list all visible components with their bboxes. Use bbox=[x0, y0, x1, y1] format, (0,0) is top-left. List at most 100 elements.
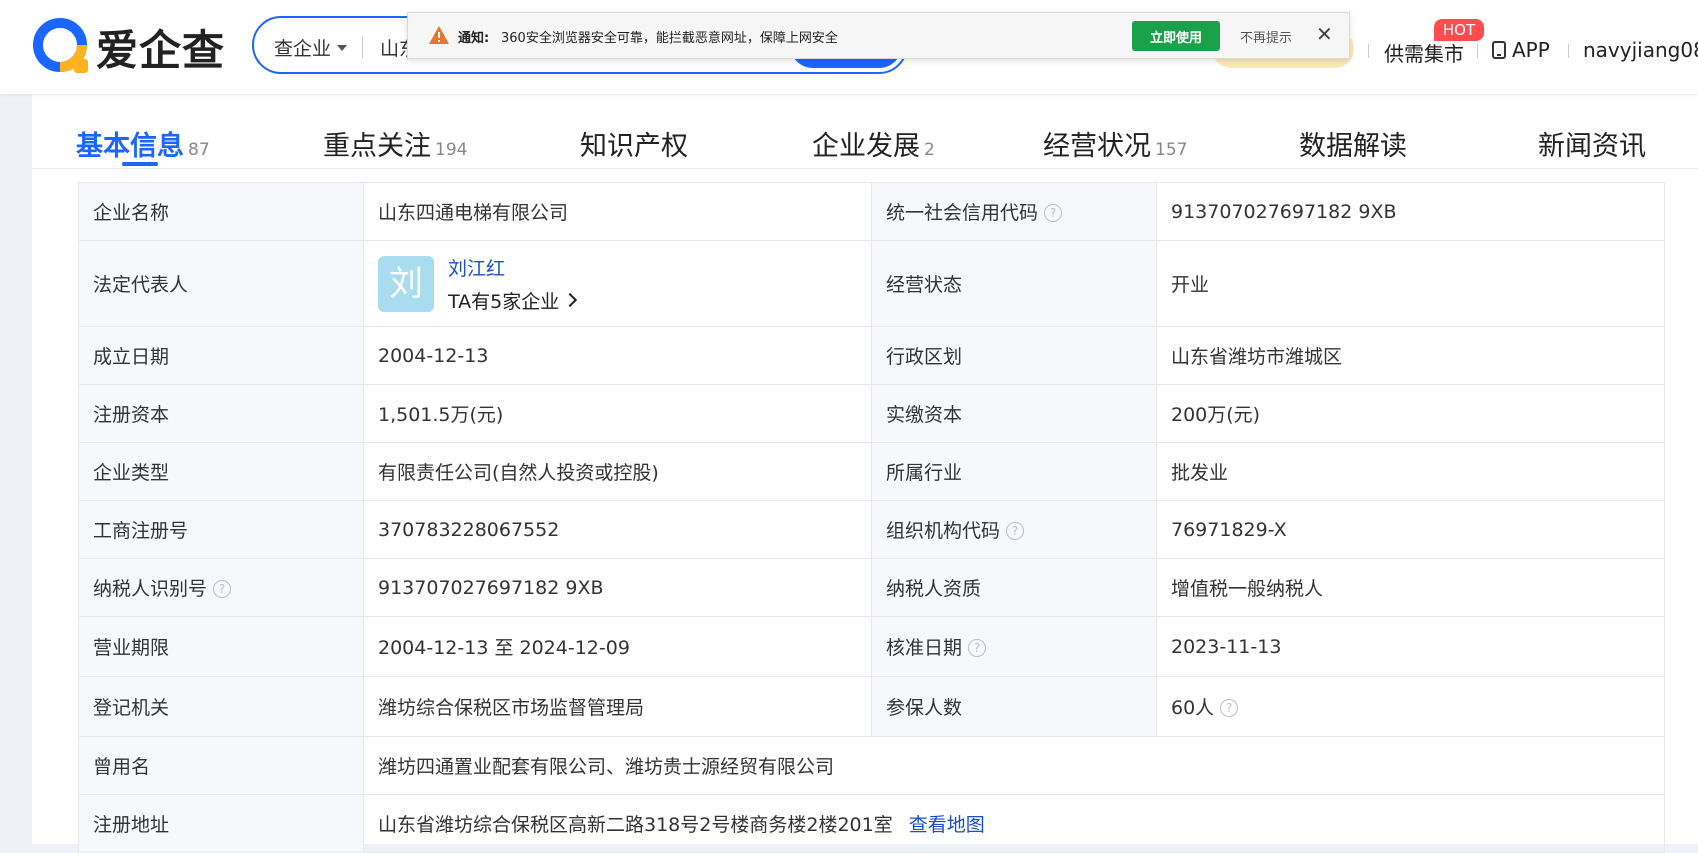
avatar[interactable]: 刘 bbox=[378, 255, 434, 312]
legal-rep-name-link[interactable]: 刘江红 bbox=[448, 254, 575, 281]
tab-label: 经营状况 bbox=[1043, 131, 1151, 162]
tab-key-focus[interactable]: 重点关注 194 bbox=[323, 124, 467, 163]
table-row: 成立日期 2004-12-13 行政区划 山东省潍坊市潍城区 bbox=[78, 326, 1665, 385]
table-row: 曾用名 潍坊四通置业配套有限公司、潍坊贵士源经贸有限公司 bbox=[78, 736, 1665, 795]
address-value: 山东省潍坊综合保税区高新二路318号2号楼商务楼2楼201室 bbox=[378, 814, 893, 836]
help-icon[interactable]: ? bbox=[1220, 699, 1239, 717]
authority-value: 潍坊综合保税区市场监督管理局 bbox=[363, 676, 872, 737]
legal-rep-companies-link[interactable]: TA有5家企业 bbox=[448, 287, 578, 314]
region-label: 行政区划 bbox=[871, 326, 1157, 385]
reg-capital-label: 注册资本 bbox=[78, 384, 364, 443]
insured-value: 60人 bbox=[1171, 697, 1215, 719]
credit-code-label-cell: 统一社会信用代码? bbox=[871, 182, 1157, 241]
tab-news[interactable]: 新闻资讯 bbox=[1538, 124, 1646, 163]
app-label: APP bbox=[1512, 38, 1550, 62]
status-value: 开业 bbox=[1156, 240, 1665, 327]
authority-label: 登记机关 bbox=[78, 676, 364, 737]
notice-text: 360安全浏览器安全可靠，能拦截恶意网址，保障上网安全 bbox=[501, 31, 838, 46]
credit-code-label: 统一社会信用代码 bbox=[886, 202, 1039, 224]
legal-rep-text: 刘江红 TA有5家企业 bbox=[448, 254, 578, 314]
hot-badge: HOT bbox=[1434, 19, 1484, 41]
term-value: 2004-12-13 至 2024-12-09 bbox=[363, 616, 872, 677]
header-divider bbox=[1368, 44, 1369, 58]
caret-down-icon bbox=[337, 44, 348, 51]
active-tab-indicator bbox=[122, 162, 158, 166]
tab-label: 数据解读 bbox=[1299, 131, 1407, 162]
tab-development[interactable]: 企业发展 2 bbox=[812, 124, 935, 163]
basic-info-table: 企业名称 山东四通电梯有限公司 统一社会信用代码? 91370702769718… bbox=[78, 182, 1665, 853]
former-name-label: 曾用名 bbox=[78, 736, 364, 795]
industry-label: 所属行业 bbox=[871, 442, 1157, 501]
tab-label: 知识产权 bbox=[580, 131, 688, 162]
table-row: 法定代表人 刘 刘江红 TA有5家企业 经营状态 开业 bbox=[78, 240, 1665, 327]
tab-data-analysis[interactable]: 数据解读 bbox=[1299, 124, 1407, 163]
user-account-link[interactable]: navyjiang08. bbox=[1583, 38, 1698, 62]
header-divider bbox=[1568, 44, 1569, 58]
legal-rep-label: 法定代表人 bbox=[78, 240, 364, 327]
status-label: 经营状态 bbox=[871, 240, 1157, 327]
browser-notification-bar: 通知: 360安全浏览器安全可靠，能拦截恶意网址，保障上网安全 立即使用 不再提… bbox=[407, 12, 1350, 59]
help-icon[interactable]: ? bbox=[213, 580, 232, 598]
reg-capital-value: 1,501.5万(元) bbox=[363, 384, 872, 443]
legal-rep-companies-label: TA有5家企业 bbox=[448, 290, 560, 313]
insured-label: 参保人数 bbox=[871, 676, 1157, 737]
paid-capital-label: 实缴资本 bbox=[871, 384, 1157, 443]
supply-market-link[interactable]: 供需集市 bbox=[1384, 38, 1464, 67]
dont-show-again-link[interactable]: 不再提示 bbox=[1240, 27, 1292, 46]
tab-count: 157 bbox=[1155, 140, 1188, 160]
approve-date-value: 2023-11-13 bbox=[1156, 616, 1665, 677]
org-code-label-cell: 组织机构代码? bbox=[871, 500, 1157, 559]
section-tabs: 基本信息 87 重点关注 194 知识产权 企业发展 2 经营状况 157 数据解读 新… bbox=[32, 94, 1698, 169]
logo-text: 爱企查 bbox=[96, 25, 226, 75]
close-icon[interactable]: ✕ bbox=[1316, 22, 1333, 46]
taxpayer-id-label-cell: 纳税人识别号? bbox=[78, 558, 364, 617]
biz-reg-no-value: 370783228067552 bbox=[363, 500, 872, 559]
company-name-value: 山东四通电梯有限公司 bbox=[363, 182, 872, 241]
table-row: 登记机关 潍坊综合保税区市场监督管理局 参保人数 60人? bbox=[78, 676, 1665, 737]
tab-label: 基本信息 bbox=[76, 131, 184, 162]
warning-icon bbox=[429, 26, 449, 44]
table-row: 纳税人识别号? 913707027697182 9XB 纳税人资质 增值税一般纳… bbox=[78, 558, 1665, 617]
table-row: 企业名称 山东四通电梯有限公司 统一社会信用代码? 91370702769718… bbox=[78, 182, 1665, 241]
table-row: 工商注册号 370783228067552 组织机构代码? 76971829-X bbox=[78, 500, 1665, 559]
search-divider bbox=[362, 36, 363, 58]
search-type-dropdown[interactable]: 查企业 bbox=[274, 34, 348, 61]
biz-reg-no-label: 工商注册号 bbox=[78, 500, 364, 559]
left-gutter bbox=[0, 94, 32, 844]
tab-label: 重点关注 bbox=[323, 131, 431, 162]
company-name-label: 企业名称 bbox=[78, 182, 364, 241]
table-row: 企业类型 有限责任公司(自然人投资或控股) 所属行业 批发业 bbox=[78, 442, 1665, 501]
help-icon[interactable]: ? bbox=[1044, 204, 1063, 222]
taxpayer-id-label: 纳税人识别号 bbox=[93, 578, 208, 600]
founded-value: 2004-12-13 bbox=[363, 326, 872, 385]
use-now-button[interactable]: 立即使用 bbox=[1132, 21, 1220, 51]
view-map-link[interactable]: 查看地图 bbox=[909, 814, 985, 836]
site-logo[interactable]: 爱企查 bbox=[32, 17, 225, 77]
org-code-value: 76971829-X bbox=[1156, 500, 1665, 559]
term-label: 营业期限 bbox=[78, 616, 364, 677]
region-value: 山东省潍坊市潍城区 bbox=[1156, 326, 1665, 385]
legal-rep: 刘 刘江红 TA有5家企业 bbox=[378, 254, 857, 314]
legal-rep-cell: 刘 刘江红 TA有5家企业 bbox=[363, 240, 872, 327]
tab-label: 新闻资讯 bbox=[1538, 131, 1646, 162]
tab-count: 87 bbox=[188, 140, 210, 160]
header-divider bbox=[1477, 44, 1478, 58]
table-row: 注册资本 1,501.5万(元) 实缴资本 200万(元) bbox=[78, 384, 1665, 443]
tab-operations[interactable]: 经营状况 157 bbox=[1043, 124, 1187, 163]
tab-count: 2 bbox=[924, 140, 935, 160]
app-link[interactable]: APP bbox=[1492, 38, 1550, 62]
tab-intellectual-property[interactable]: 知识产权 bbox=[580, 124, 688, 163]
founded-label: 成立日期 bbox=[78, 326, 364, 385]
approve-date-label-cell: 核准日期? bbox=[871, 616, 1157, 677]
tab-basic-info[interactable]: 基本信息 87 bbox=[76, 124, 210, 163]
tab-count: 194 bbox=[435, 140, 468, 160]
company-type-value: 有限责任公司(自然人投资或控股) bbox=[363, 442, 872, 501]
company-detail-panel: 基本信息 87 重点关注 194 知识产权 企业发展 2 经营状况 157 数据解读 新… bbox=[32, 94, 1698, 853]
taxpayer-qual-value: 增值税一般纳税人 bbox=[1156, 558, 1665, 617]
help-icon[interactable]: ? bbox=[1006, 522, 1025, 540]
tab-label: 企业发展 bbox=[812, 131, 920, 162]
taxpayer-qual-label: 纳税人资质 bbox=[871, 558, 1157, 617]
help-icon[interactable]: ? bbox=[968, 639, 987, 657]
credit-code-value: 913707027697182 9XB bbox=[1156, 182, 1665, 241]
industry-value: 批发业 bbox=[1156, 442, 1665, 501]
